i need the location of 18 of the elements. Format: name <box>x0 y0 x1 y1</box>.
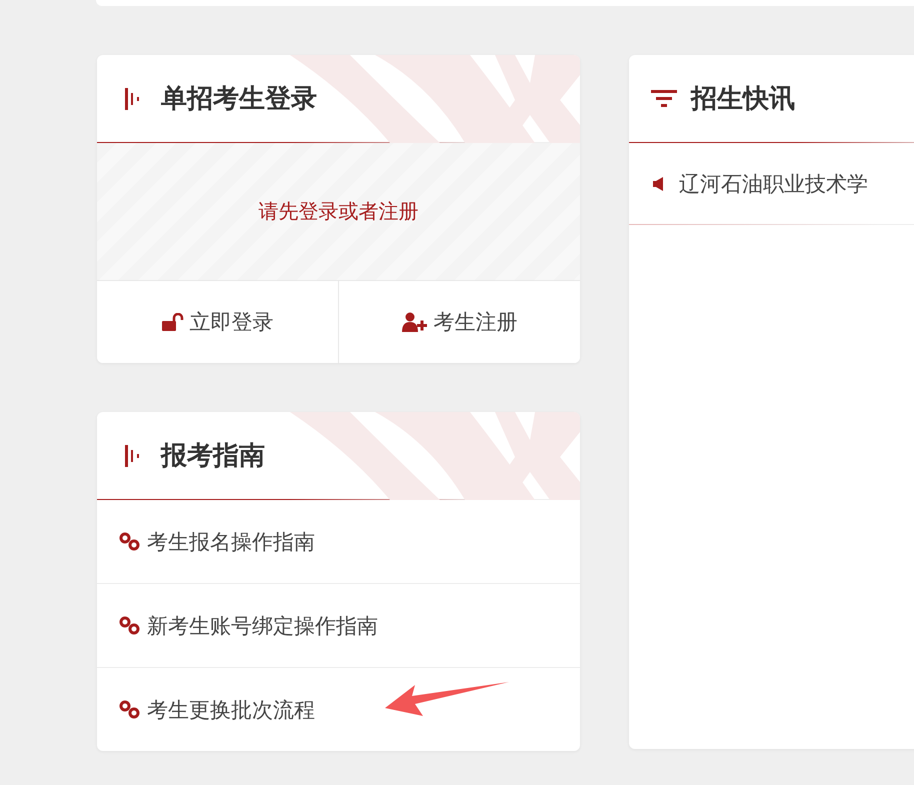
filter-icon <box>651 90 677 108</box>
link-icon <box>119 616 141 636</box>
user-add-icon <box>402 312 428 332</box>
link-icon <box>119 700 141 720</box>
speaker-icon <box>653 176 663 190</box>
guide-link[interactable]: 新考生账号绑定操作指南 <box>97 583 580 667</box>
login-prompt: 请先登录或者注册 <box>258 198 418 225</box>
bars-icon <box>125 88 141 110</box>
unlock-icon <box>162 313 184 331</box>
news-item[interactable]: 辽河石油职业技术学 <box>629 143 914 225</box>
bars-icon <box>125 444 141 466</box>
login-button[interactable]: 立即登录 <box>97 281 338 363</box>
panel-title: 单招考生登录 <box>161 83 317 116</box>
link-icon <box>119 532 141 552</box>
panel-title: 招生快讯 <box>691 83 795 116</box>
panel-title: 报考指南 <box>161 440 265 473</box>
register-button[interactable]: 考生注册 <box>338 281 580 363</box>
guide-link[interactable]: 考生报名操作指南 <box>97 500 580 583</box>
